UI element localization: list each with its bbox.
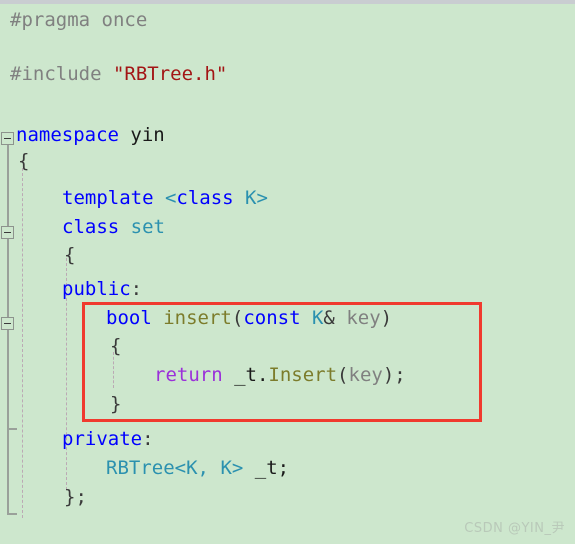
line-class-close-brace[interactable]: }; (0, 483, 87, 511)
code-token: { (110, 335, 122, 357)
line-insert-close-brace[interactable]: } (0, 390, 121, 418)
code-token: namespace (16, 124, 119, 146)
code-token: , (197, 457, 221, 479)
line-return-t-insert-key[interactable]: return _t.Insert(key); (0, 361, 406, 389)
line-template-class-k[interactable]: template <class K> (0, 184, 268, 212)
line-class-open-brace[interactable]: { (0, 241, 75, 269)
code-token: }; (64, 486, 87, 508)
code-token: class (176, 187, 234, 209)
code-token: & (323, 307, 335, 329)
code-token: K (220, 457, 232, 479)
code-token: _t. (222, 364, 269, 386)
code-token: insert (163, 307, 232, 329)
code-token: > (231, 457, 244, 479)
code-token: ) (382, 364, 395, 386)
code-token: key (346, 307, 381, 329)
code-token: ; (394, 364, 406, 386)
code-token: class (62, 216, 120, 238)
line-namespace-open-brace[interactable]: { (0, 147, 29, 175)
code-token: K (233, 187, 257, 209)
code-editor[interactable]: #pragma once #include "RBTree.h" namespace… (0, 0, 575, 544)
code-token: { (18, 150, 30, 172)
code-token: Insert (268, 364, 338, 386)
code-token: : (130, 278, 143, 300)
code-token: _t; (243, 457, 290, 479)
line-bool-insert-signature[interactable]: bool insert(const K& key) (0, 304, 392, 332)
code-token: : (142, 428, 154, 450)
code-token: { (64, 244, 76, 266)
code-token: yin (118, 124, 165, 146)
code-token: template (62, 187, 165, 209)
code-token: < (174, 457, 187, 479)
line-private-label[interactable]: private: (0, 425, 154, 453)
code-token: ) (380, 307, 393, 329)
code-token: bool (106, 307, 152, 329)
code-token: ( (337, 364, 349, 386)
line-rbtree-member[interactable]: RBTree<K, K> _t; (0, 454, 289, 482)
code-token: RBTree (106, 457, 175, 479)
code-token: #include (10, 63, 113, 85)
code-token: K (311, 307, 324, 329)
code-token: "RBTree.h" (112, 63, 228, 85)
code-token: #pragma once (10, 9, 148, 31)
line-class-set[interactable]: class set (0, 213, 165, 241)
code-text-layer[interactable]: #pragma once #include "RBTree.h" namespace… (0, 0, 575, 544)
code-token: } (110, 393, 122, 415)
code-token: private (62, 428, 143, 450)
line-include-rbtree[interactable]: #include "RBTree.h" (0, 60, 227, 88)
code-token: < (164, 187, 177, 209)
code-token: > (256, 187, 268, 209)
code-token: return (154, 364, 223, 386)
code-token: key (348, 364, 383, 386)
line-insert-open-brace[interactable]: { (0, 332, 121, 360)
code-token: public (62, 278, 131, 300)
code-token: const (243, 307, 301, 329)
code-token: set (130, 216, 165, 238)
code-token: ( (231, 307, 244, 329)
csdn-watermark: CSDN @YIN_尹 (464, 521, 565, 536)
code-token: K (186, 457, 198, 479)
line-pragma-once[interactable]: #pragma once (0, 6, 147, 34)
line-namespace-yin[interactable]: namespace yin (0, 121, 165, 149)
line-public-label[interactable]: public: (0, 275, 142, 303)
